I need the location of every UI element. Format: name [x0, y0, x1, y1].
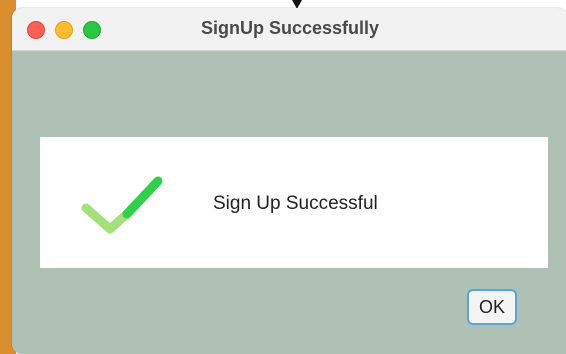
message-panel: Sign Up Successful — [40, 137, 548, 268]
dialog-window: SignUp Successfully Sign Up Successful O… — [12, 8, 566, 354]
title-bar[interactable]: SignUp Successfully — [12, 8, 566, 51]
ok-button[interactable]: OK — [467, 289, 517, 325]
window-title: SignUp Successfully — [200, 18, 380, 38]
checkmark-icon — [78, 167, 168, 237]
success-message: Sign Up Successful — [213, 193, 378, 214]
